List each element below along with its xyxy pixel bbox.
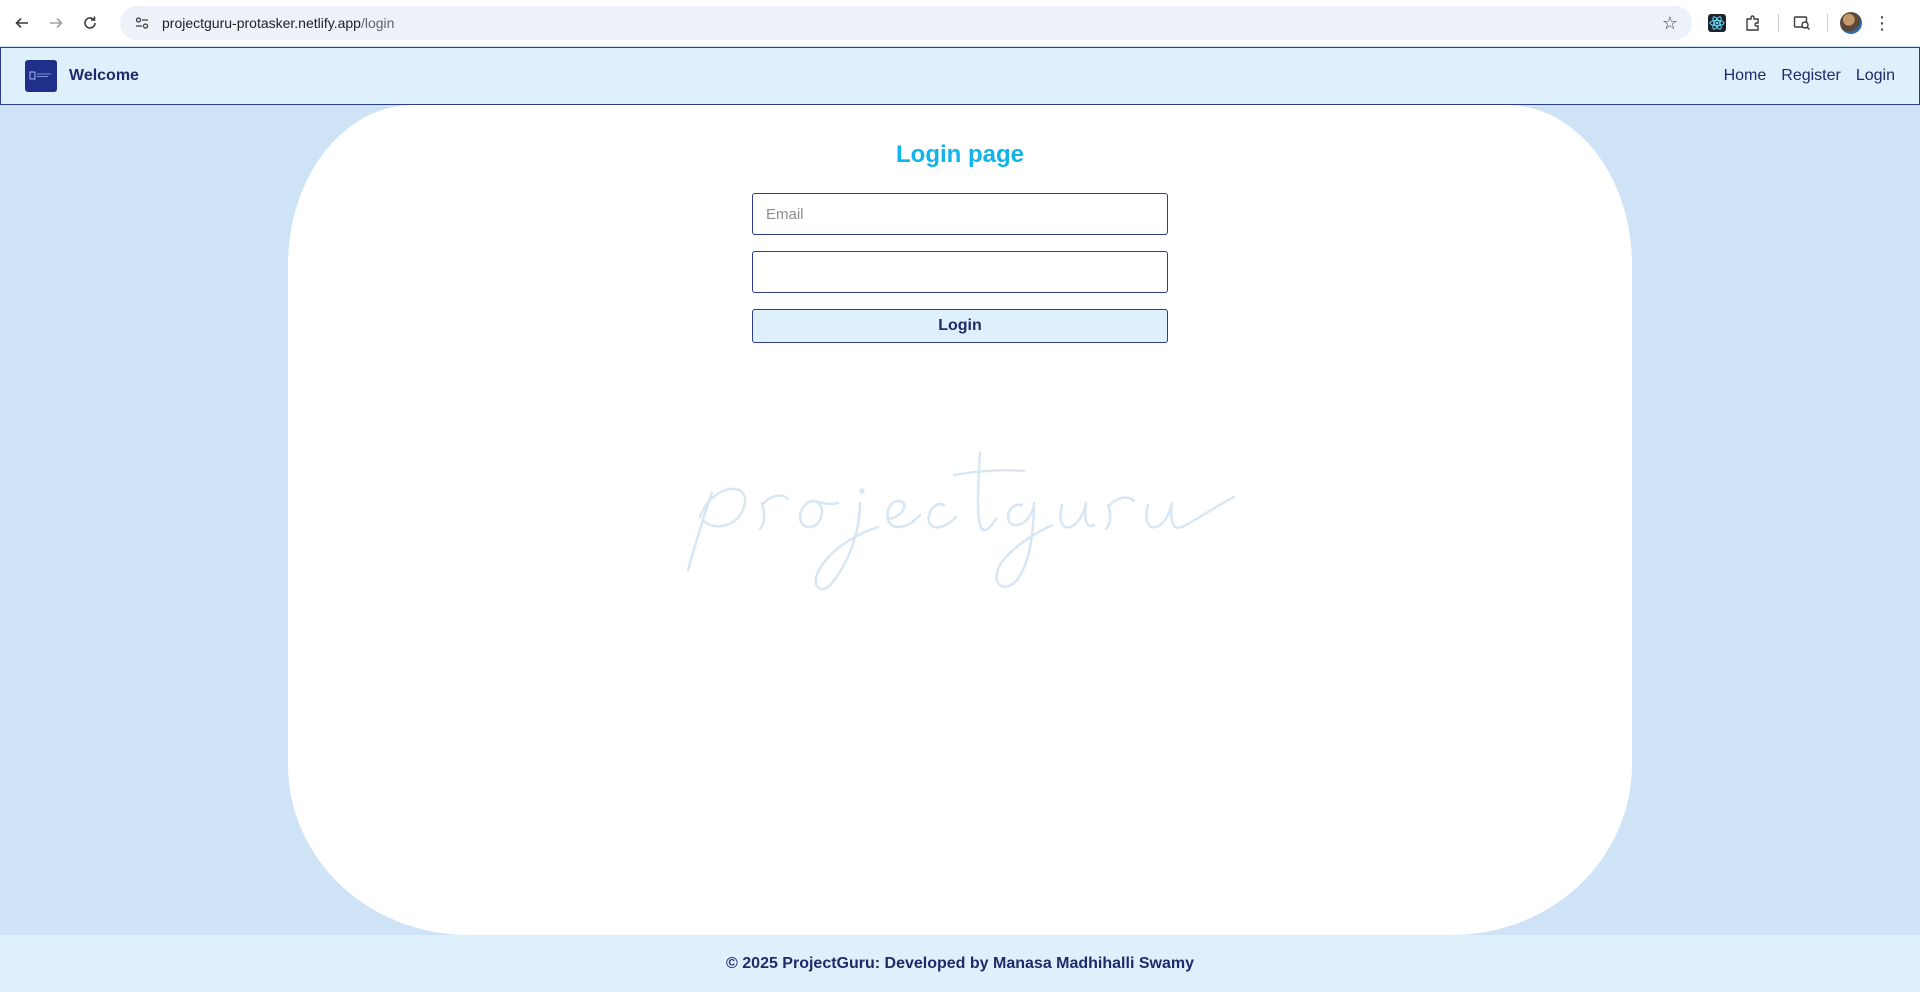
extensions-puzzle-icon[interactable]: [1736, 6, 1770, 40]
footer-copyright: © 2025 ProjectGuru: Developed by Manasa …: [726, 954, 1194, 972]
page-title: Login page: [896, 141, 1024, 168]
toolbar-divider: [1827, 14, 1828, 32]
arrow-left-icon: [15, 17, 28, 29]
projectguru-watermark-logo: [686, 451, 1236, 591]
nav-register-link[interactable]: Register: [1781, 67, 1841, 85]
login-card: Login page Login: [288, 105, 1632, 935]
nav-login-link[interactable]: Login: [1856, 67, 1895, 85]
reload-button[interactable]: [73, 6, 107, 40]
email-field[interactable]: [752, 193, 1168, 235]
nav-links: Home Register Login: [1709, 48, 1895, 104]
address-bar[interactable]: projectguru-protasker.netlify.app/login …: [120, 6, 1692, 40]
app-navbar: Welcome Home Register Login: [0, 47, 1920, 105]
login-button[interactable]: Login: [752, 309, 1168, 343]
reload-icon: [84, 16, 96, 29]
url-path: /login: [360, 15, 395, 31]
nav-home-link[interactable]: Home: [1724, 67, 1767, 85]
browser-toolbar: projectguru-protasker.netlify.app/login …: [0, 0, 1920, 46]
password-field[interactable]: [752, 251, 1168, 293]
page-footer: © 2025 ProjectGuru: Developed by Manasa …: [0, 935, 1920, 992]
react-devtools-icon[interactable]: [1700, 6, 1734, 40]
arrow-right-icon: [50, 17, 63, 29]
url-host: projectguru-protasker.netlify.app: [162, 15, 361, 31]
bookmark-star-icon[interactable]: ☆: [1662, 13, 1678, 34]
site-info-icon[interactable]: [128, 9, 156, 37]
forward-button[interactable]: [39, 6, 73, 40]
tab-search-icon[interactable]: [1785, 6, 1819, 40]
kebab-menu-icon[interactable]: ⋮: [1870, 13, 1894, 34]
navbar-brand: Welcome: [69, 67, 139, 84]
logo-icon[interactable]: [25, 60, 57, 92]
back-button[interactable]: [5, 6, 39, 40]
url-text: projectguru-protasker.netlify.app/login: [162, 15, 394, 31]
toolbar-divider: [1778, 14, 1779, 32]
profile-avatar[interactable]: [1834, 6, 1868, 40]
extensions-area: ⋮: [1700, 6, 1894, 40]
